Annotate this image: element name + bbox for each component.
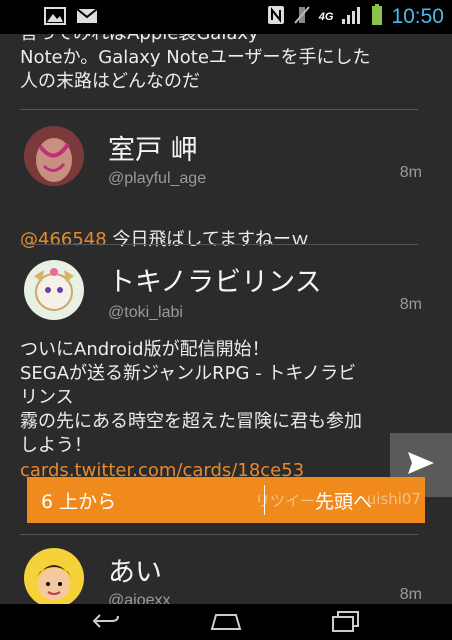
mail-icon xyxy=(76,7,98,29)
tweet-text: ついにAndroid版が配信開始！ SEGAが送る新ジャンルRPG - トキノラ… xyxy=(20,339,362,456)
mention-link[interactable]: @466548 xyxy=(20,229,107,250)
tweet-time: 8m xyxy=(399,586,422,603)
tweet-time: 8m xyxy=(399,164,422,181)
navigation-bar xyxy=(0,604,452,640)
go-to-top-button[interactable]: 先頭へ xyxy=(315,487,372,514)
ghost-text: uishi07 xyxy=(366,490,421,508)
tweet-text: 言ってみればApple製Galaxy Noteか。Galaxy Noteユーザー… xyxy=(20,34,371,92)
bar-divider xyxy=(264,485,265,515)
tweet-item[interactable]: あい @aioexx 8m xyxy=(0,542,452,604)
user-handle: @aioexx xyxy=(108,592,171,604)
mute-icon xyxy=(293,5,311,29)
back-icon xyxy=(90,611,122,635)
user-name[interactable]: 室戸 岬 xyxy=(108,128,198,167)
divider xyxy=(20,109,418,110)
user-name[interactable]: あい xyxy=(108,550,162,589)
user-handle: @toki_labi xyxy=(108,304,183,321)
tweet-item[interactable]: トキノラビリンス @toki_labi 8m xyxy=(0,254,452,334)
nfc-icon xyxy=(267,5,285,29)
status-bar: 4G 10:50 xyxy=(0,0,452,34)
tweet-item[interactable]: 室戸 岬 @playful_age 8m xyxy=(0,122,452,202)
recents-icon xyxy=(330,610,362,636)
tweet-body: 今日飛ばしてますねーｗ xyxy=(106,229,309,250)
avatar[interactable] xyxy=(24,548,84,604)
network-type: 4G xyxy=(318,11,334,23)
signal-icon xyxy=(341,5,363,29)
unread-count-label[interactable]: 6 上から xyxy=(41,487,116,514)
recents-button[interactable] xyxy=(326,610,366,636)
avatar[interactable] xyxy=(24,260,84,320)
image-icon xyxy=(44,7,66,29)
user-name[interactable]: トキノラビリンス xyxy=(108,260,322,299)
scroll-to-top-bar[interactable]: リツイー uishi07 6 上から 先頭へ xyxy=(27,477,425,523)
battery-icon xyxy=(371,4,383,30)
home-button[interactable] xyxy=(206,610,246,636)
back-button[interactable] xyxy=(86,610,126,636)
clock: 10:50 xyxy=(391,5,444,28)
share-arrow-icon xyxy=(406,450,436,480)
divider xyxy=(20,534,418,535)
tweet-time: 8m xyxy=(399,296,422,313)
divider xyxy=(20,244,418,245)
avatar[interactable] xyxy=(24,126,84,186)
user-handle: @playful_age xyxy=(108,170,207,187)
home-icon xyxy=(210,611,242,635)
